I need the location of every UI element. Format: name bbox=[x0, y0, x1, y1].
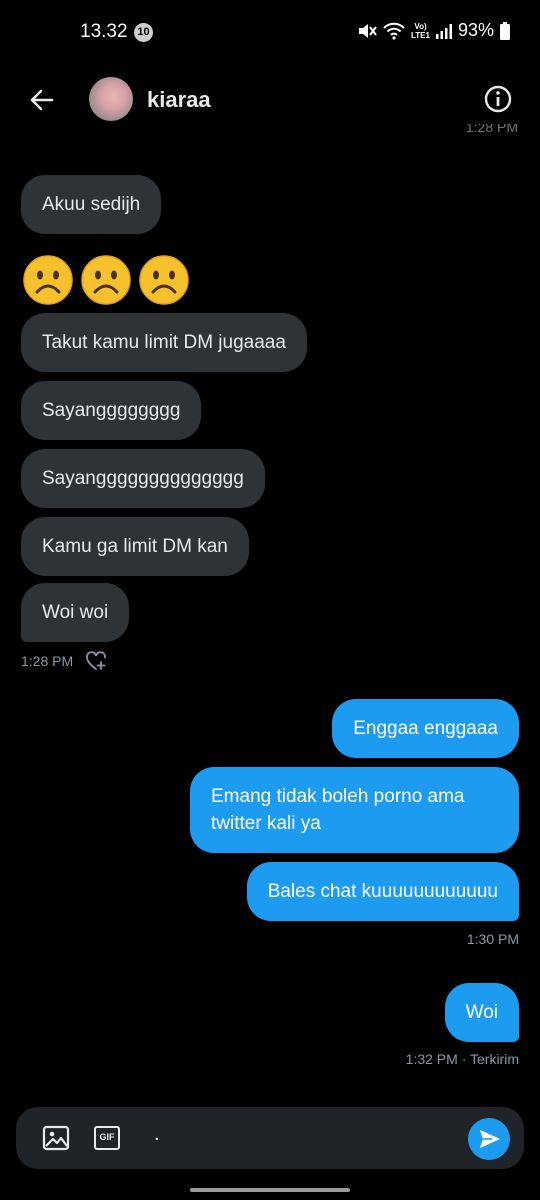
home-indicator[interactable] bbox=[190, 1188, 350, 1192]
sent-message[interactable]: Enggaa enggaaa bbox=[332, 699, 519, 758]
gif-icon[interactable]: GIF bbox=[94, 1126, 120, 1150]
received-meta: 1:28 PM bbox=[21, 651, 107, 671]
sent-message[interactable]: Woi bbox=[444, 983, 519, 1042]
avatar[interactable] bbox=[89, 77, 133, 121]
notification-count-badge: 10 bbox=[134, 23, 153, 42]
sent-message[interactable]: Bales chat kuuuuuuuuuuuu bbox=[246, 862, 519, 921]
received-message[interactable]: Akuu sedijh bbox=[21, 175, 162, 234]
network-type-label: Vo) LTE1 bbox=[411, 21, 430, 40]
frowning-face-icon bbox=[23, 255, 73, 305]
received-message[interactable]: Kamu ga limit DM kan bbox=[21, 517, 249, 576]
received-message[interactable]: Sayangggggggg bbox=[21, 381, 202, 440]
cut-timestamp: 1:28 PM bbox=[465, 124, 518, 134]
battery-percent: 93% bbox=[457, 20, 494, 40]
contact-name[interactable]: kiaraa bbox=[147, 87, 211, 113]
heart-add-reaction-icon[interactable] bbox=[85, 651, 107, 671]
received-timestamp: 1:28 PM bbox=[21, 653, 74, 669]
send-button[interactable] bbox=[468, 1118, 510, 1160]
sent-timestamp: 1:30 PM bbox=[466, 931, 519, 947]
mute-icon bbox=[359, 23, 377, 38]
status-right-icons: Vo) LTE1 93% bbox=[357, 20, 510, 41]
message-composer: GIF . bbox=[16, 1107, 524, 1169]
emoji-message[interactable] bbox=[22, 254, 190, 306]
image-icon[interactable] bbox=[42, 1125, 70, 1151]
info-icon[interactable] bbox=[483, 84, 513, 114]
conversation-header: kiaraa bbox=[0, 66, 540, 132]
sent-message[interactable]: Emang tidak boleh porno ama twitter kali… bbox=[190, 767, 519, 853]
send-icon bbox=[480, 1130, 500, 1148]
signal-icon bbox=[435, 23, 452, 39]
received-message[interactable]: Takut kamu limit DM jugaaaa bbox=[21, 313, 307, 372]
frowning-face-icon bbox=[139, 255, 189, 305]
received-message[interactable]: Woi woi bbox=[21, 583, 130, 642]
sent-status-timestamp: 1:32 PM · Terkirim bbox=[405, 1051, 519, 1067]
wifi-icon bbox=[383, 22, 405, 40]
battery-icon bbox=[500, 21, 510, 40]
frowning-face-icon bbox=[81, 255, 131, 305]
received-message[interactable]: Sayangggggggggggggg bbox=[21, 449, 265, 508]
message-input[interactable]: . bbox=[154, 1123, 160, 1146]
status-time: 13.32 bbox=[80, 21, 128, 42]
back-arrow-icon[interactable] bbox=[26, 84, 58, 116]
status-bar: 13.32 10 Vo) LTE1 93% bbox=[0, 0, 540, 66]
